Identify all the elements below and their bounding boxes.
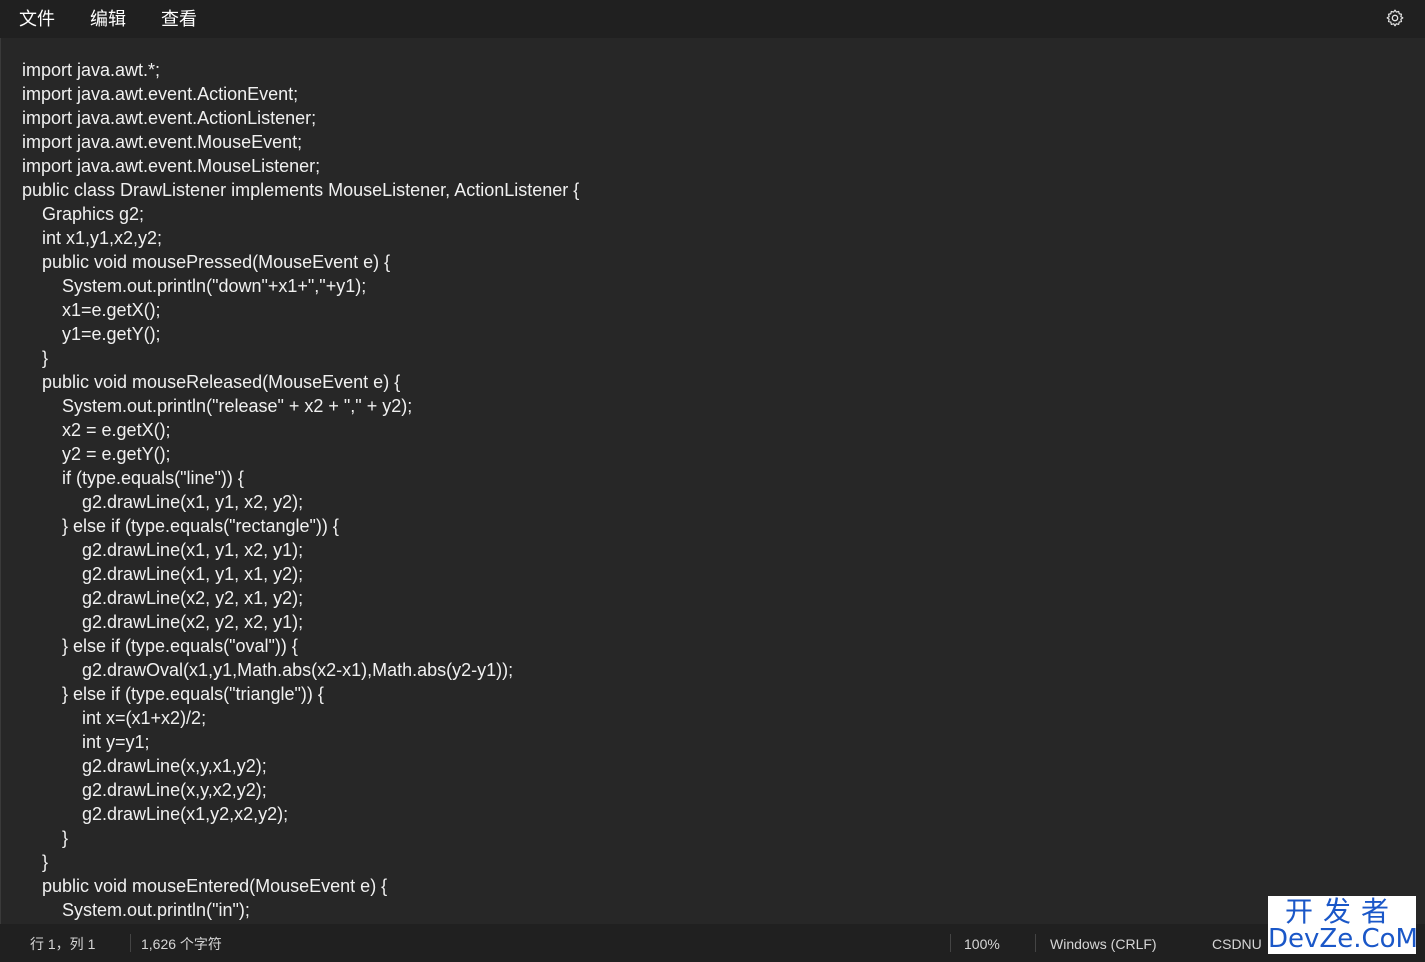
- code-line[interactable]: g2.drawLine(x1, y1, x1, y2);: [22, 562, 579, 586]
- code-line[interactable]: g2.drawLine(x1,y2,x2,y2);: [22, 802, 579, 826]
- code-line[interactable]: int x=(x1+x2)/2;: [22, 706, 579, 730]
- code-line[interactable]: int x1,y1,x2,y2;: [22, 226, 579, 250]
- status-divider: [130, 934, 131, 952]
- character-count: 1,626 个字符: [141, 936, 222, 952]
- menu-file[interactable]: 文件: [0, 0, 55, 38]
- line-ending[interactable]: Windows (CRLF): [1050, 924, 1157, 962]
- code-line[interactable]: g2.drawLine(x2, y2, x2, y1);: [22, 610, 579, 634]
- code-line[interactable]: x2 = e.getX();: [22, 418, 579, 442]
- code-line[interactable]: g2.drawLine(x,y,x1,y2);: [22, 754, 579, 778]
- code-line[interactable]: y1=e.getY();: [22, 322, 579, 346]
- menu-view[interactable]: 查看: [142, 0, 197, 38]
- code-line[interactable]: }: [22, 850, 579, 874]
- zoom-level[interactable]: 100%: [964, 924, 1000, 962]
- code-line[interactable]: import java.awt.event.MouseListener;: [22, 154, 579, 178]
- code-line[interactable]: import java.awt.event.ActionEvent;: [22, 82, 579, 106]
- code-line[interactable]: g2.drawLine(x,y,x2,y2);: [22, 778, 579, 802]
- status-divider: [1035, 934, 1036, 952]
- code-line[interactable]: x1=e.getX();: [22, 298, 579, 322]
- status-bar: 行 1，列 1 1,626 个字符 100% Windows (CRLF) CS…: [0, 924, 1425, 962]
- gear-icon[interactable]: [1385, 8, 1405, 28]
- watermark-logo: 开发者 DevZe.CoM: [1268, 896, 1418, 954]
- code-line[interactable]: System.out.println("release" + x2 + "," …: [22, 394, 579, 418]
- code-line[interactable]: import java.awt.event.ActionListener;: [22, 106, 579, 130]
- code-line[interactable]: g2.drawLine(x1, y1, x2, y2);: [22, 490, 579, 514]
- code-line[interactable]: public void mouseReleased(MouseEvent e) …: [22, 370, 579, 394]
- code-line[interactable]: int y=y1;: [22, 730, 579, 754]
- code-line[interactable]: System.out.println("down"+x1+","+y1);: [22, 274, 579, 298]
- code-line[interactable]: public class DrawListener implements Mou…: [22, 178, 579, 202]
- text-editor[interactable]: import java.awt.*; import java.awt.event.…: [0, 38, 1425, 924]
- code-line[interactable]: System.out.println("in");: [22, 898, 579, 922]
- menu-bar: 文件 编辑 查看: [0, 0, 1425, 38]
- status-divider: [950, 934, 951, 952]
- code-line[interactable]: import java.awt.*;: [22, 58, 579, 82]
- code-line[interactable]: }: [22, 826, 579, 850]
- code-line[interactable]: y2 = e.getY();: [22, 442, 579, 466]
- code-line[interactable]: import java.awt.event.MouseEvent;: [22, 130, 579, 154]
- code-line[interactable]: g2.drawLine(x2, y2, x1, y2);: [22, 586, 579, 610]
- encoding-partial[interactable]: CSDNU: [1212, 924, 1262, 962]
- code-content[interactable]: import java.awt.*; import java.awt.event.…: [22, 58, 579, 922]
- code-line[interactable]: } else if (type.equals("oval")) {: [22, 634, 579, 658]
- code-line[interactable]: if (type.equals("line")) {: [22, 466, 579, 490]
- code-line[interactable]: } else if (type.equals("triangle")) {: [22, 682, 579, 706]
- code-line[interactable]: g2.drawLine(x1, y1, x2, y1);: [22, 538, 579, 562]
- code-line[interactable]: g2.drawOval(x1,y1,Math.abs(x2-x1),Math.a…: [22, 658, 579, 682]
- notepad-window: 文件 编辑 查看 import java.awt.*; import java.a…: [0, 0, 1425, 962]
- menu-edit[interactable]: 编辑: [71, 0, 126, 38]
- code-line[interactable]: public void mousePressed(MouseEvent e) {: [22, 250, 579, 274]
- code-line[interactable]: }: [22, 346, 579, 370]
- code-line[interactable]: public void mouseEntered(MouseEvent e) {: [22, 874, 579, 898]
- cursor-position: 行 1，列 1: [30, 936, 96, 952]
- code-line[interactable]: Graphics g2;: [22, 202, 579, 226]
- watermark-bottom-text: DevZe.CoM: [1268, 924, 1418, 954]
- code-line[interactable]: } else if (type.equals("rectangle")) {: [22, 514, 579, 538]
